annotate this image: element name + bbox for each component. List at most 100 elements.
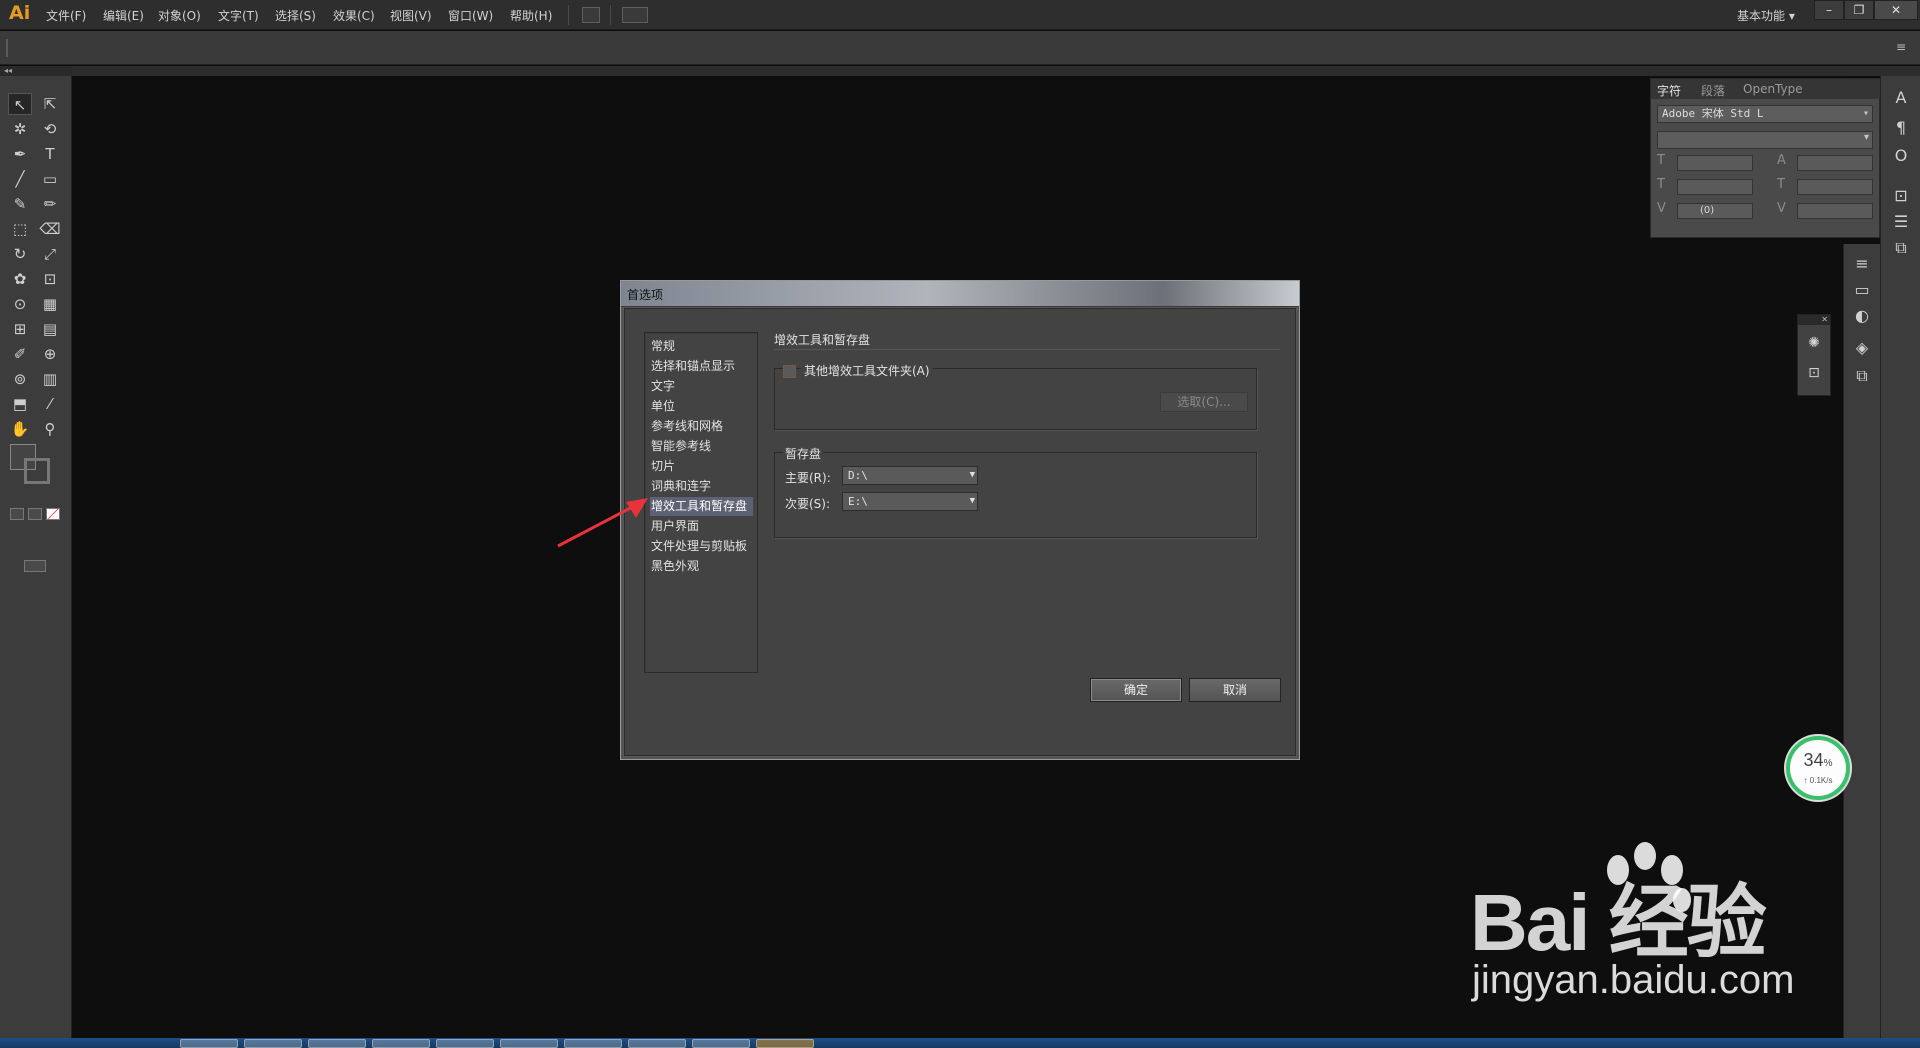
taskbar-button-illustrator[interactable]	[756, 1039, 814, 1048]
ok-button[interactable]: 确定	[1090, 678, 1182, 702]
blend-tool-icon[interactable]: ⊕	[38, 343, 62, 365]
font-style-select[interactable]: ▾	[1657, 131, 1873, 149]
minimize-button[interactable]: –	[1814, 0, 1844, 20]
blob-brush-tool-icon[interactable]: ⬚	[8, 218, 32, 240]
taskbar-button[interactable]	[308, 1039, 366, 1048]
close-button[interactable]: ✕	[1874, 0, 1918, 20]
gradient-mode-icon[interactable]	[28, 508, 42, 520]
kerning-field[interactable]: (0)	[1677, 203, 1753, 219]
warp-tool-icon[interactable]: ✿	[8, 268, 32, 290]
leading-field[interactable]	[1797, 155, 1873, 171]
additional-plugins-checkbox[interactable]	[783, 365, 796, 378]
direct-selection-tool-icon[interactable]: ⇱	[38, 93, 62, 115]
taskbar-button[interactable]	[436, 1039, 494, 1048]
pencil-tool-icon[interactable]: ✏	[38, 193, 62, 215]
primary-scratch-select[interactable]: D:\ ▼	[842, 466, 978, 485]
eyedropper-tool-icon[interactable]: ✐	[8, 343, 32, 365]
category-item[interactable]: 单位	[650, 397, 753, 416]
horizontal-scale-field[interactable]	[1797, 179, 1873, 195]
type-tool-icon[interactable]: T	[38, 143, 62, 165]
transparency-panel-icon[interactable]: ◐	[1850, 304, 1874, 328]
artboard-tool-icon[interactable]: ⬒	[8, 393, 32, 415]
selection-tool-icon[interactable]: ↖	[8, 93, 32, 115]
category-item[interactable]: 智能参考线	[650, 437, 753, 456]
tracking-field[interactable]	[1797, 203, 1873, 219]
menu-effect[interactable]: 效果(C)	[333, 7, 375, 24]
taskbar-button[interactable]	[500, 1039, 558, 1048]
restore-button[interactable]: ❐	[1844, 0, 1874, 20]
hand-tool-icon[interactable]: ✋	[8, 418, 32, 440]
symbol-sprayer-tool-icon[interactable]: ⊚	[8, 368, 32, 390]
graphic-styles-panel-icon[interactable]: ⊡	[1802, 361, 1826, 385]
menu-object[interactable]: 对象(O)	[158, 7, 201, 24]
free-transform-tool-icon[interactable]: ⊡	[38, 268, 62, 290]
category-item[interactable]: 文字	[650, 377, 753, 396]
paragraph-panel-icon[interactable]: ¶	[1889, 116, 1913, 140]
tab-character[interactable]: 字符	[1657, 82, 1681, 99]
paintbrush-tool-icon[interactable]: ✎	[8, 193, 32, 215]
appearance-panel-icon[interactable]: ✺	[1802, 331, 1826, 355]
category-item[interactable]: 切片	[650, 457, 753, 476]
additional-plugins-label[interactable]: 其他增效工具文件夹(A)	[801, 362, 933, 379]
transform-panel-icon[interactable]: ⊡	[1889, 184, 1913, 208]
taskbar-button[interactable]	[372, 1039, 430, 1048]
line-tool-icon[interactable]: ╱	[8, 168, 32, 190]
taskbar-button[interactable]	[180, 1039, 238, 1048]
tab-opentype[interactable]: OpenType	[1743, 82, 1803, 96]
secondary-scratch-select[interactable]: E:\ ▼	[842, 492, 978, 511]
scale-tool-icon[interactable]: ⤢	[38, 243, 62, 265]
arrange-documents-icon[interactable]	[622, 7, 648, 23]
shape-builder-tool-icon[interactable]: ⊙	[8, 293, 32, 315]
network-speed-widget[interactable]: 34% ↑ 0.1K/s	[1786, 736, 1850, 800]
control-bar-grip[interactable]	[6, 39, 8, 57]
category-item[interactable]: 黑色外观	[650, 557, 753, 576]
none-mode-icon[interactable]	[46, 508, 60, 520]
rotate-tool-icon[interactable]: ↻	[8, 243, 32, 265]
menu-view[interactable]: 视图(V)	[390, 7, 432, 24]
gradient-panel-icon[interactable]: ▭	[1850, 278, 1874, 302]
tab-paragraph[interactable]: 段落	[1701, 82, 1725, 99]
slice-tool-icon[interactable]: ⁄	[38, 393, 62, 415]
tools-collapse-icon[interactable]: ◂◂	[0, 66, 72, 76]
menu-type[interactable]: 文字(T)	[218, 7, 259, 24]
vertical-scale-field[interactable]	[1677, 179, 1753, 195]
character-panel-icon[interactable]: A	[1889, 86, 1913, 110]
dialog-title-bar[interactable]: 首选项	[621, 281, 1299, 307]
layers-panel-icon[interactable]: ◈	[1850, 336, 1874, 360]
panel-menu-icon[interactable]: ≡	[1896, 40, 1906, 54]
pen-tool-icon[interactable]: ✒	[8, 143, 32, 165]
taskbar-button[interactable]	[692, 1039, 750, 1048]
font-family-select[interactable]: Adobe 宋体 Std L ▾	[1657, 105, 1873, 123]
workspace-switcher[interactable]: 基本功能 ▾	[1737, 7, 1795, 24]
eraser-tool-icon[interactable]: ⌫	[38, 218, 62, 240]
column-graph-tool-icon[interactable]: ▥	[38, 368, 62, 390]
font-size-field[interactable]	[1677, 155, 1753, 171]
category-item[interactable]: 选择和锚点显示	[650, 357, 753, 376]
opentype-panel-icon[interactable]: O	[1889, 144, 1913, 168]
gradient-tool-icon[interactable]: ▤	[38, 318, 62, 340]
taskbar-button[interactable]	[628, 1039, 686, 1048]
category-item[interactable]: 常规	[650, 337, 753, 356]
menu-select[interactable]: 选择(S)	[275, 7, 316, 24]
align-panel-icon[interactable]: ☰	[1889, 210, 1913, 234]
rectangle-tool-icon[interactable]: ▭	[38, 168, 62, 190]
menu-help[interactable]: 帮助(H)	[510, 7, 552, 24]
menu-window[interactable]: 窗口(W)	[448, 7, 493, 24]
screen-mode-icon[interactable]	[24, 560, 46, 572]
zoom-tool-icon[interactable]: ⚲	[38, 418, 62, 440]
magic-wand-tool-icon[interactable]: ✲	[8, 118, 32, 140]
category-item[interactable]: 文件处理与剪贴板	[650, 537, 753, 556]
choose-folder-button[interactable]: 选取(C)...	[1160, 392, 1248, 412]
category-item[interactable]: 参考线和网格	[650, 417, 753, 436]
cancel-button[interactable]: 取消	[1189, 678, 1281, 702]
stroke-swatch[interactable]	[24, 458, 50, 484]
artboards-panel-icon[interactable]: ⧉	[1850, 364, 1874, 388]
taskbar-button[interactable]	[244, 1039, 302, 1048]
lasso-tool-icon[interactable]: ⟲	[38, 118, 62, 140]
stroke-panel-icon[interactable]: ≡	[1850, 252, 1874, 276]
color-mode-icon[interactable]	[10, 508, 24, 520]
menu-edit[interactable]: 编辑(E)	[103, 7, 144, 24]
taskbar-button[interactable]	[564, 1039, 622, 1048]
bridge-icon[interactable]	[582, 7, 600, 23]
category-item-selected[interactable]: 增效工具和暂存盘	[650, 497, 753, 516]
